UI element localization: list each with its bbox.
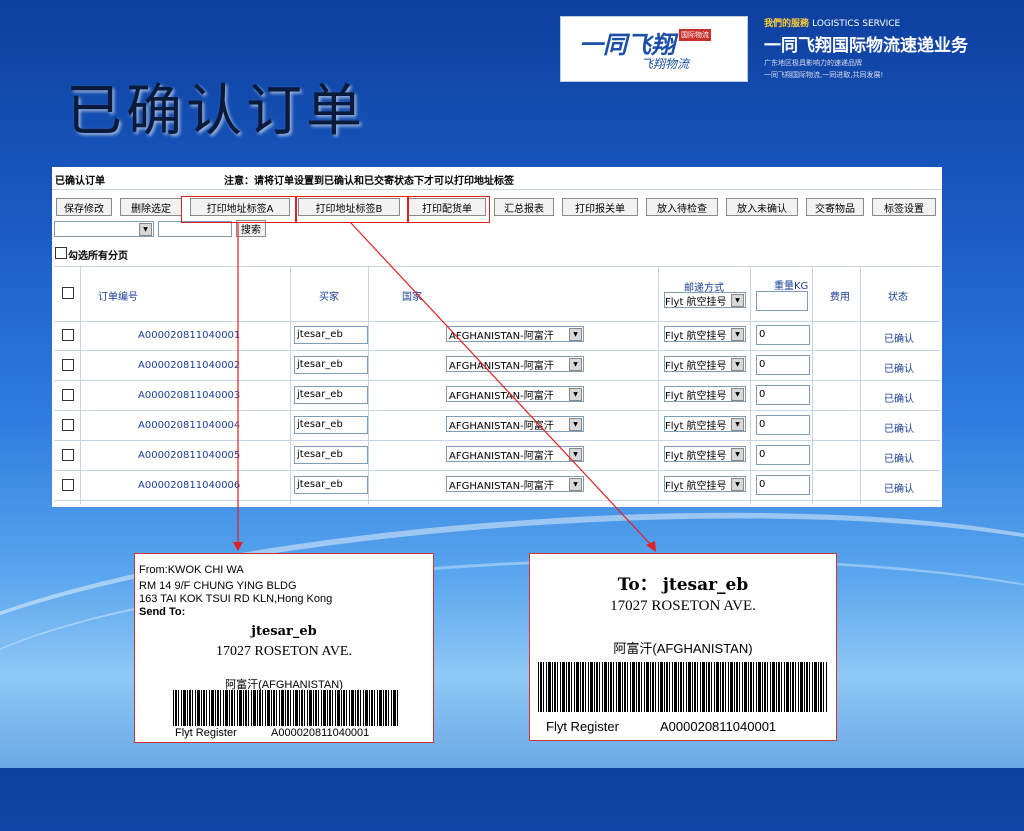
label-a-footer-left: Flyt Register xyxy=(175,727,237,739)
label-a-street: 17027 ROSETON AVE. xyxy=(215,644,352,659)
label-a-from: From:KWOK CHI WA xyxy=(139,564,244,576)
label-a-send-to: Send To: xyxy=(139,606,186,618)
address-label-b: To： jtesar_eb 17027 ROSETON AVE. 阿富汗(AFG… xyxy=(529,553,837,741)
label-b-barcode xyxy=(538,662,828,712)
label-a-footer-right: A000020811040001 xyxy=(271,727,370,739)
label-a-addr2: 163 TAI KOK TSUI RD KLN,Hong Kong xyxy=(139,593,333,605)
label-b-footer-right: A000020811040001 xyxy=(660,719,777,734)
label-b-footer-left: Flyt Register xyxy=(546,719,619,734)
address-label-a: From:KWOK CHI WA RM 14 9/F CHUNG YING BL… xyxy=(134,553,434,743)
label-b-country: 阿富汗(AFGHANISTAN) xyxy=(613,641,753,656)
label-b-street: 17027 ROSETON AVE. xyxy=(610,598,756,614)
label-a-addr1: RM 14 9/F CHUNG YING BLDG xyxy=(139,580,297,592)
label-a-name: jtesar_eb xyxy=(251,624,317,639)
label-b-to: To： jtesar_eb xyxy=(617,575,749,595)
